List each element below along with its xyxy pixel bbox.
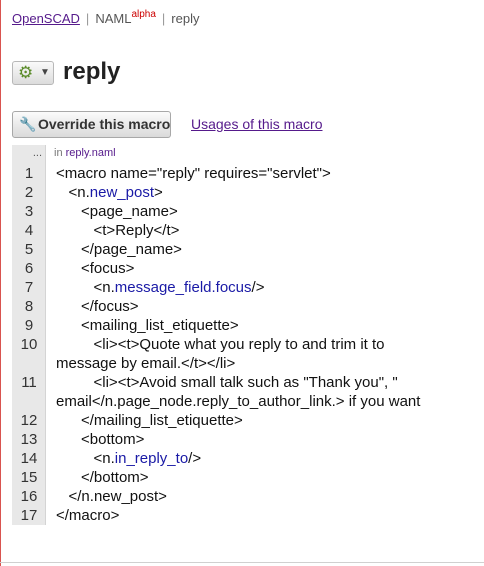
code-text: <n.message_field.focus/> [56,278,265,297]
line-number: 2 [24,184,34,201]
line-number: 17 [20,507,38,524]
code-text-wrapped: message by email.</t></li> [56,355,236,372]
code-line: 16 </n.new_post> [12,487,484,506]
code-text-pre: <n. [56,279,115,296]
line-number: 4 [24,222,34,239]
page-title: reply [63,58,121,85]
code-file-header: ... in reply.naml [12,145,484,162]
line-number: 11 [21,374,37,391]
macro-reference[interactable]: new_post [90,184,154,201]
code-text-pre: <n. [56,184,90,201]
line-number: 15 [20,469,38,486]
code-line: 14 <n.in_reply_to/> [12,449,484,468]
wrench-icon: 🔧 [19,116,37,132]
code-text: </n.new_post> [56,488,167,505]
breadcrumb-current: reply [171,11,200,26]
code-line: 11 <li><t>Avoid small talk such as "Than… [12,373,484,392]
code-line: 7 <n.message_field.focus/> [12,278,484,297]
code-text: <li><t>Quote what you reply to and trim … [56,336,385,353]
line-number: 10 [20,336,38,353]
code-text: <n.in_reply_to/> [56,449,202,468]
code-line: 9 <mailing_list_etiquette> [12,316,484,335]
line-number: 3 [24,203,34,220]
macro-reference[interactable]: in_reply_to [115,450,188,467]
window-left-border [0,0,1,566]
breadcrumb: OpenSCAD | NAMLalpha | reply [12,9,199,26]
in-label: in [54,147,63,159]
line-number: 8 [24,298,34,315]
code-text-wrapped: email</n.page_node.reply_to_author_link.… [56,393,421,410]
code-text-post: /> [188,450,202,467]
chevron-down-icon: ▼ [40,67,50,78]
code-text: </focus> [56,298,139,315]
code-line: 2 <n.new_post> [12,183,484,202]
line-number: 13 [20,431,38,448]
code-line: 15 </bottom> [12,468,484,487]
code-line: 13 <bottom> [12,430,484,449]
line-number: 7 [24,279,34,296]
code-line: 12 </mailing_list_etiquette> [12,411,484,430]
breadcrumb-separator: | [161,11,166,26]
code-line: 17 </macro> [12,506,484,525]
content-bottom-border [0,562,484,563]
alpha-badge: alpha [131,9,156,20]
code-text: </bottom> [56,469,149,486]
code-line: 8 </focus> [12,297,484,316]
line-number: 1 [24,165,34,182]
code-text: </mailing_list_etiquette> [56,412,243,429]
line-number: 14 [20,450,38,467]
expand-context-button[interactable]: ... [12,145,46,162]
code-text: <n.new_post> [56,183,163,202]
line-number: 9 [24,317,34,334]
code-text: <page_name> [56,203,178,220]
macro-reference[interactable]: message_field.focus [115,279,252,296]
line-number: 6 [24,260,34,277]
line-number: 5 [24,241,34,258]
code-text: <li><t>Avoid small talk such as "Thank y… [56,374,398,391]
code-text: <focus> [56,260,135,277]
file-link[interactable]: reply.naml [66,147,116,159]
code-line: 6 <focus> [12,259,484,278]
code-text: </macro> [56,507,120,524]
usages-link[interactable]: Usages of this macro [191,116,323,132]
code-text-post: /> [251,279,265,296]
code-line: 10 <li><t>Quote what you reply to and tr… [12,335,484,354]
gear-icon: ⚙ [18,63,34,82]
macro-options-button[interactable]: ⚙ ▼ [12,61,54,85]
override-macro-label: Override this macro [38,116,171,132]
code-text-pre: <n. [56,450,115,467]
code-text-post: > [154,184,163,201]
breadcrumb-separator: | [85,11,90,26]
code-text: </page_name> [56,241,182,258]
code-line: 3 <page_name> [12,202,484,221]
code-text: <t>Reply</t> [56,222,180,239]
code-text: <mailing_list_etiquette> [56,317,239,334]
code-line: 5 </page_name> [12,240,484,259]
line-number: 12 [20,412,38,429]
breadcrumb-openscad-link[interactable]: OpenSCAD [12,11,80,26]
code-line: 1 <macro name="reply" requires="servlet"> [12,164,484,183]
code-text: <macro name="reply" requires="servlet"> [56,165,331,182]
code-line: 4 <t>Reply</t> [12,221,484,240]
breadcrumb-naml[interactable]: NAML [95,11,131,26]
code-text: <bottom> [56,431,145,448]
override-macro-button[interactable]: 🔧 Override this macro [12,111,171,138]
line-number: 16 [20,488,38,505]
code-viewer: ... in reply.naml 1 <macro name="reply" r… [12,145,484,525]
